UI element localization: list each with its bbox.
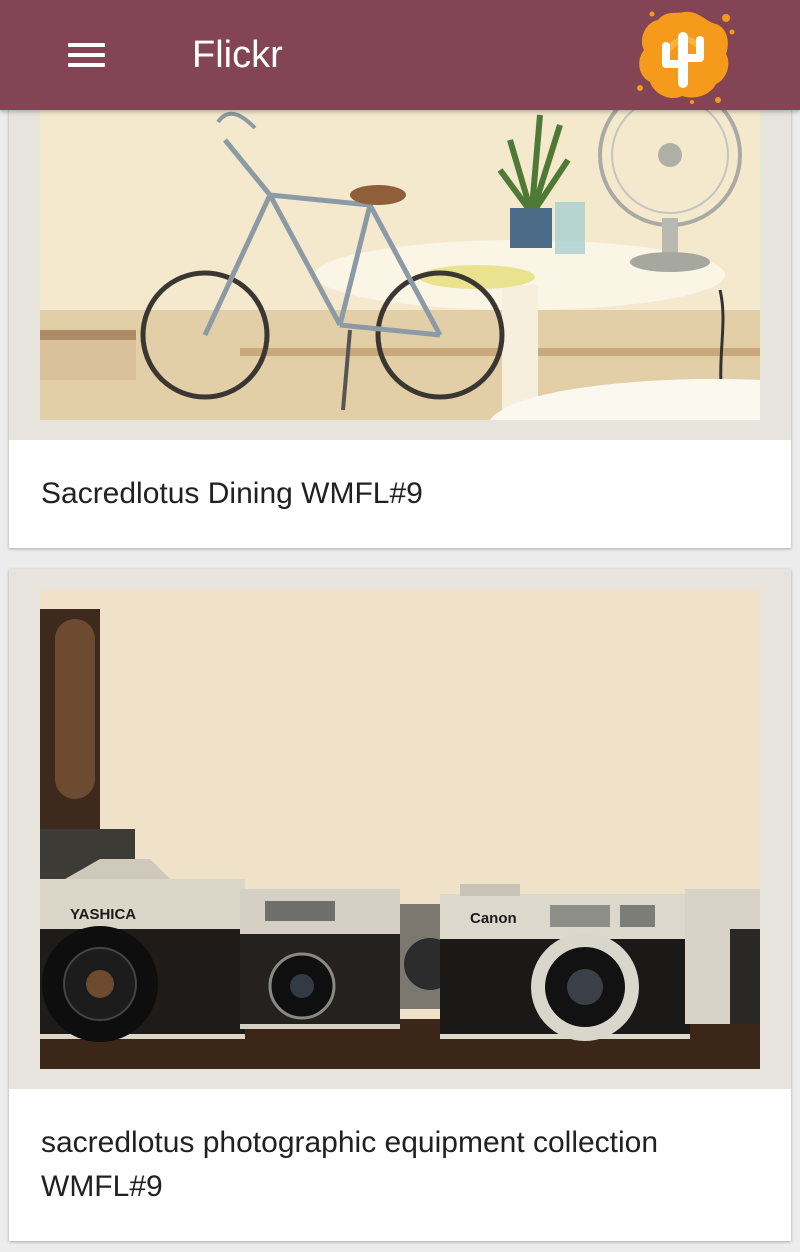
hamburger-menu-icon — [68, 43, 105, 47]
yashica-label: YASHICA — [70, 906, 136, 923]
app-title: Flickr — [192, 34, 283, 76]
bicycle-table-fan-photo[interactable] — [40, 110, 760, 420]
menu-button[interactable] — [56, 33, 118, 77]
vintage-cameras-photo[interactable]: YASHICA Canon — [40, 589, 760, 1069]
photo-caption[interactable]: sacredlotus photographic equipment colle… — [41, 1121, 741, 1209]
photo-frame — [9, 110, 791, 440]
photo-card[interactable]: Sacredlotus Dining WMFL#9 — [9, 110, 791, 548]
photo-caption[interactable]: Sacredlotus Dining WMFL#9 — [41, 472, 741, 516]
app-bar: Flickr — [0, 0, 800, 110]
cactus-logo-icon[interactable] — [632, 2, 736, 106]
photo-feed[interactable]: Sacredlotus Dining WMFL#9 YASHICA Canon … — [0, 110, 800, 1252]
canon-label: Canon — [470, 910, 517, 927]
photo-frame: YASHICA Canon — [9, 569, 791, 1089]
photo-card[interactable]: YASHICA Canon sacredlotus photographic e… — [9, 569, 791, 1241]
